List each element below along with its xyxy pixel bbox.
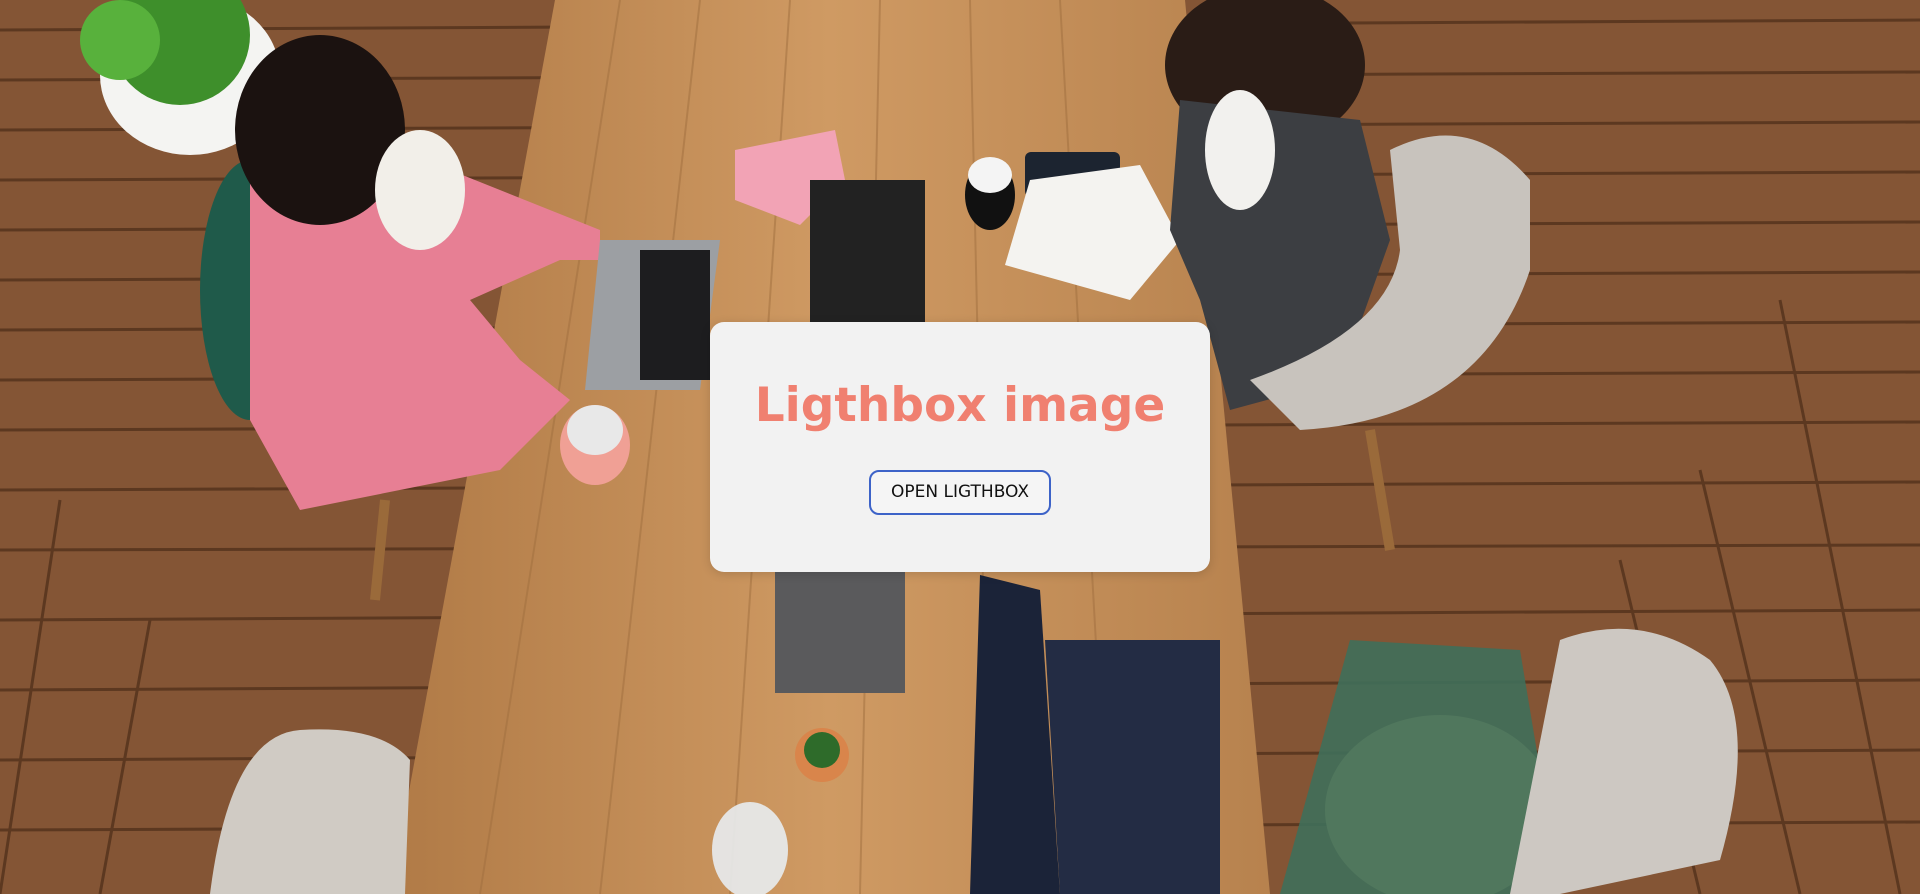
open-lightbox-button[interactable]: OPEN LIGTHBOX (869, 470, 1051, 515)
lightbox-title: Ligthbox image (754, 378, 1166, 433)
lightbox-card: Ligthbox image OPEN LIGTHBOX (710, 322, 1210, 572)
